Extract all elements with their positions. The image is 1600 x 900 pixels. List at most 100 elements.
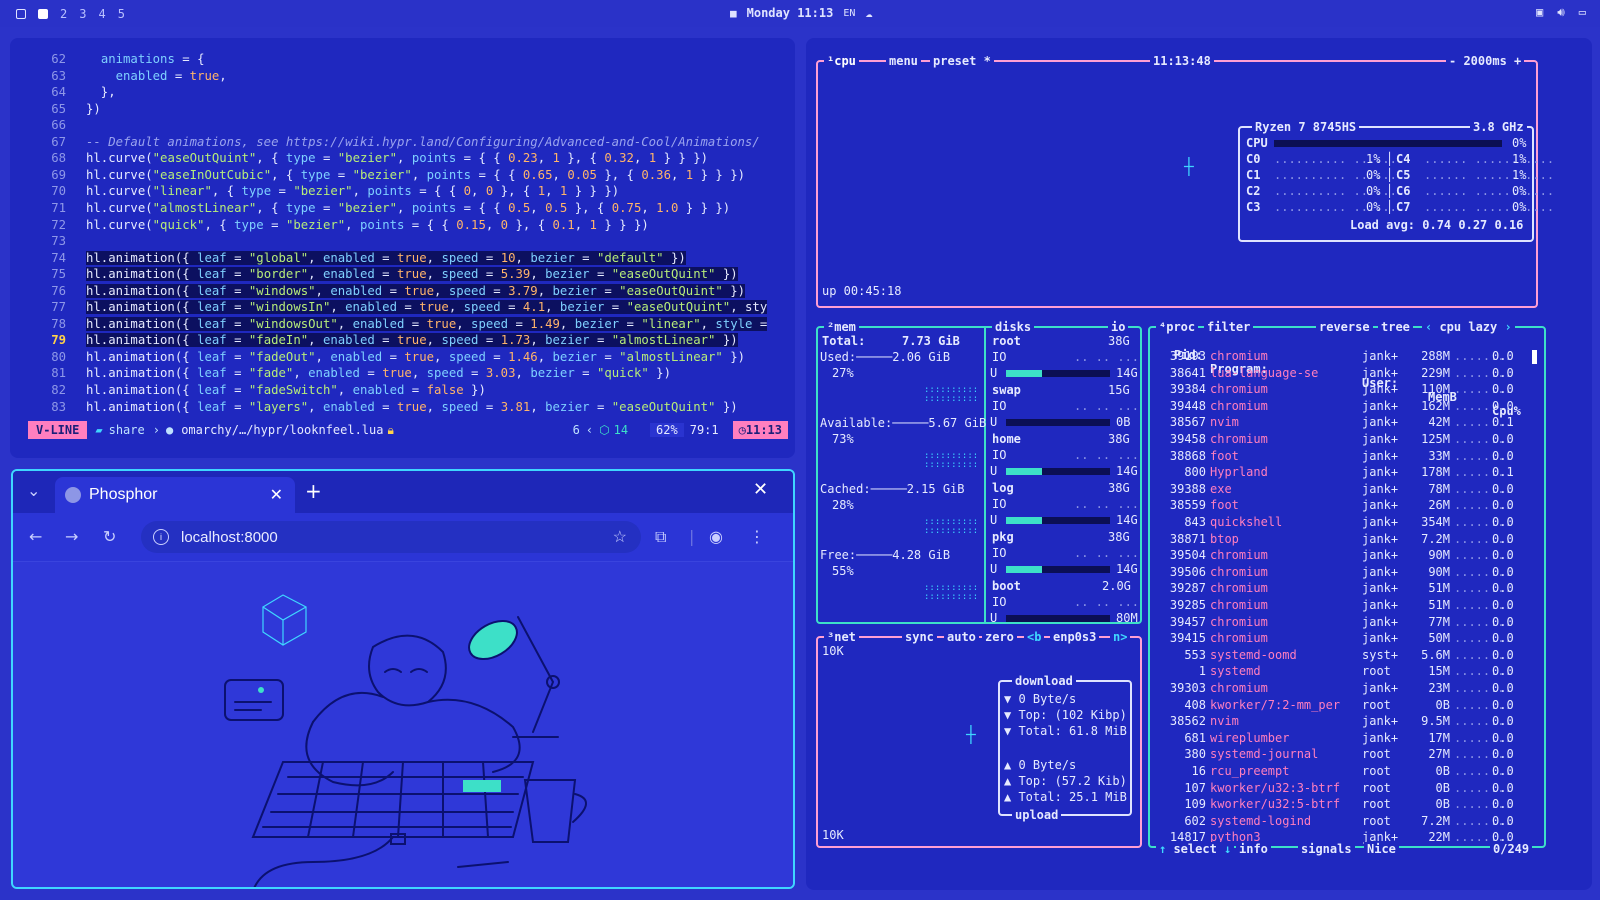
window-close-icon[interactable]: ✕ [753, 479, 768, 500]
process-row[interactable]: 38871 btop jank+ 7.2M........ 0.0 [1156, 531, 1566, 548]
proc-signals[interactable]: signals [1298, 842, 1355, 856]
clock[interactable]: Monday 11:13 [747, 6, 834, 20]
code-line[interactable]: 67 -- Default animations, see https://wik… [10, 135, 795, 152]
browser-window[interactable]: ⌄ Phosphor ✕ + ✕ ← → ↻ i localhost:8000 … [11, 469, 795, 889]
process-row[interactable]: 109 kworker/u32:5-btrf root 0B........ 0.0 [1156, 796, 1566, 813]
process-row[interactable]: 602 systemd-logind root 7.2M........ 0.0 [1156, 813, 1566, 830]
workspace-5[interactable]: 5 [118, 7, 125, 21]
process-row[interactable]: 39193 chromium jank+ 288M........ 0.0 [1156, 348, 1566, 365]
cpu-tab[interactable]: ¹cpu [824, 54, 859, 68]
io-toggle[interactable]: io [1108, 320, 1129, 334]
process-list[interactable]: 39193 chromium jank+ 288M........ 0.0 38641 lu… [1156, 348, 1546, 844]
process-row[interactable]: 38567 nvim jank+ 42M........ 0.1 [1156, 414, 1566, 431]
net-iface-prev[interactable]: <b [1024, 630, 1045, 644]
net-auto[interactable]: auto [944, 630, 979, 644]
url-text[interactable]: localhost:8000 [181, 529, 613, 546]
code-line[interactable]: 68 hl.curve("easeOutQuint", { type = "bez… [10, 151, 795, 168]
code-line[interactable]: 62 animations = { [10, 52, 795, 69]
new-tab-button[interactable]: + [305, 479, 322, 503]
tab-close-icon[interactable]: ✕ [270, 485, 283, 505]
process-row[interactable]: 39415 chromium jank+ 50M........ 0.0 [1156, 630, 1566, 647]
code-line[interactable]: 70 hl.curve("linear", { type = "bezier", … [10, 184, 795, 201]
site-info-icon[interactable]: i [153, 529, 169, 545]
code-line[interactable]: 74 hl.animation({ leaf = "global", enable… [10, 250, 795, 268]
forward-button[interactable]: → [65, 527, 78, 546]
proc-info[interactable]: info [1236, 842, 1271, 856]
btop-window[interactable]: ¹cpu menu preset * 11:13:48 - 2000ms + u… [806, 38, 1592, 890]
code-line[interactable]: 72 hl.curve("quick", { type = "bezier", p… [10, 218, 795, 235]
process-row[interactable]: 38562 nvim jank+ 9.5M........ 0.0 [1156, 713, 1566, 730]
process-row[interactable]: 553 systemd-oomd syst+ 5.6M........ 0.0 [1156, 647, 1566, 664]
process-row[interactable]: 39285 chromium jank+ 51M........ 0.0 [1156, 597, 1566, 614]
process-row[interactable]: 39448 chromium jank+ 162M........ 0.0 [1156, 398, 1566, 415]
process-row[interactable]: 16 rcu_preempt root 0B........ 0.0 [1156, 763, 1566, 780]
code-line[interactable]: 75 hl.animation({ leaf = "border", enable… [10, 267, 795, 284]
screen-icon[interactable]: ▣ [1536, 5, 1543, 20]
code-line[interactable]: 80 hl.animation({ leaf = "fadeOut", enabl… [10, 350, 795, 367]
proc-nice[interactable]: Nice [1364, 842, 1399, 856]
proc-tree[interactable]: tree [1378, 320, 1413, 334]
cpu-menu[interactable]: menu [886, 54, 921, 68]
bookmark-star-icon[interactable]: ☆ [613, 527, 627, 547]
back-button[interactable]: ← [29, 527, 42, 546]
process-row[interactable]: 39506 chromium jank+ 90M........ 0.0 [1156, 564, 1566, 581]
workspace-3[interactable]: 3 [79, 7, 86, 21]
code-line[interactable]: 73 [10, 234, 795, 251]
process-row[interactable]: 380 systemd-journal root 27M........ 0.0 [1156, 746, 1566, 763]
code-line[interactable]: 64 }, [10, 85, 795, 102]
proc-sort[interactable]: ‹ cpu lazy › [1422, 320, 1515, 334]
code-line[interactable]: 69 hl.curve("easeInOutCubic", { type = "b… [10, 168, 795, 185]
workspace-4[interactable]: 4 [98, 7, 105, 21]
code-line[interactable]: 77 hl.animation({ leaf = "windowsIn", ena… [10, 300, 795, 317]
cpu-preset[interactable]: preset * [930, 54, 994, 68]
menu-kebab-icon[interactable]: ⋮ [749, 527, 765, 546]
net-iface-next[interactable]: n> [1110, 630, 1131, 644]
net-zero[interactable]: zero [982, 630, 1017, 644]
process-row[interactable]: 681 wireplumber jank+ 17M........ 0.0 [1156, 730, 1566, 747]
language-indicator[interactable]: EN [843, 8, 855, 19]
code-line[interactable]: 65}) [10, 102, 795, 119]
process-row[interactable]: 39303 chromium jank+ 23M........ 0.0 [1156, 680, 1566, 697]
tab-phosphor[interactable]: Phosphor ✕ [55, 477, 295, 513]
code-line[interactable]: 82 hl.animation({ leaf = "fadeSwitch", en… [10, 383, 795, 400]
proc-select[interactable]: ↑ select ↓ [1156, 842, 1235, 856]
workspace-1-active[interactable] [38, 8, 48, 19]
address-bar[interactable]: i localhost:8000 ☆ [141, 521, 641, 553]
code-line[interactable]: 83 hl.animation({ leaf = "layers", enable… [10, 400, 795, 417]
tab-list-chevron-icon[interactable]: ⌄ [27, 481, 40, 500]
process-row[interactable]: 39388 exe jank+ 78M........ 0.0 [1156, 481, 1566, 498]
code-line[interactable]: 81 hl.animation({ leaf = "fade", enabled … [10, 366, 795, 383]
proc-scrollbar[interactable] [1532, 350, 1537, 364]
volume-icon[interactable]: 🔊︎ [1557, 5, 1565, 20]
process-row[interactable]: 843 quickshell jank+ 354M........ 0.0 [1156, 514, 1566, 531]
process-row[interactable]: 408 kworker/7:2-mm_per root 0B........ 0.0 [1156, 697, 1566, 714]
editor-window[interactable]: 62 animations = {63 enabled = true, 64 },… [10, 38, 795, 458]
code-line[interactable]: 66 [10, 118, 795, 135]
reload-button[interactable]: ↻ [103, 527, 116, 546]
process-row[interactable]: 39458 chromium jank+ 125M........ 0.0 [1156, 431, 1566, 448]
cloud-icon[interactable]: ☁ [865, 6, 872, 20]
clipboard-icon[interactable]: ■ [730, 7, 737, 20]
process-row[interactable]: 39287 chromium jank+ 51M........ 0.0 [1156, 580, 1566, 597]
update-interval[interactable]: - 2000ms + [1446, 54, 1525, 68]
workspace-2[interactable]: 2 [60, 7, 67, 21]
process-row[interactable]: 38641 lua-language-se jank+ 229M........ 0.0 [1156, 365, 1566, 382]
net-sync[interactable]: sync [902, 630, 937, 644]
launcher-icon[interactable] [16, 8, 26, 19]
page-content[interactable] [13, 562, 793, 887]
code-line[interactable]: 76 hl.animation({ leaf = "windows", enabl… [10, 283, 795, 301]
code-line[interactable]: 63 enabled = true, [10, 69, 795, 86]
extensions-icon[interactable]: ⧉ [655, 527, 666, 547]
process-row[interactable]: 38559 foot jank+ 26M........ 0.0 [1156, 497, 1566, 514]
code-line[interactable]: 79 hl.animation({ leaf = "fadeIn", enable… [10, 333, 795, 350]
process-row[interactable]: 39457 chromium jank+ 77M........ 0.0 [1156, 614, 1566, 631]
process-row[interactable]: 38868 foot jank+ 33M........ 0.0 [1156, 448, 1566, 465]
proc-filter[interactable]: filter [1204, 320, 1254, 334]
profile-icon[interactable]: ◉ [709, 527, 723, 546]
code-line[interactable]: 78 hl.animation({ leaf = "windowsOut", en… [10, 316, 795, 334]
display-icon[interactable]: ▭ [1579, 5, 1586, 20]
process-row[interactable]: 1 systemd root 15M........ 0.0 [1156, 663, 1566, 680]
process-row[interactable]: 39384 chromium jank+ 110M........ 0.0 [1156, 381, 1566, 398]
process-row[interactable]: 800 Hyprland jank+ 178M........ 0.1 [1156, 464, 1566, 481]
process-row[interactable]: 39504 chromium jank+ 90M........ 0.0 [1156, 547, 1566, 564]
